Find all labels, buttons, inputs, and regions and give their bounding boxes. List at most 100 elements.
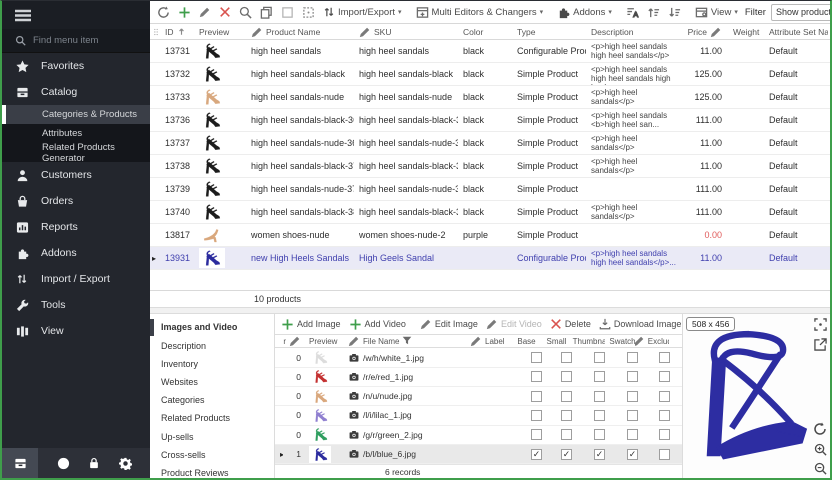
sidebar-item-orders[interactable]: Orders	[2, 188, 150, 214]
add-image-button[interactable]: Add Image	[278, 316, 344, 333]
thumbnail-checkbox[interactable]: ✓	[594, 449, 605, 460]
sidebar-footer-lock-icon[interactable]	[88, 448, 100, 478]
column-header-weight[interactable]: Weight	[728, 27, 764, 37]
multi-editors-changers-button[interactable]: Multi Editors & Changers▾	[413, 4, 547, 21]
small-checkbox[interactable]	[561, 352, 572, 363]
column-header-exclude[interactable]: Exclude	[635, 335, 669, 347]
exclude-checkbox[interactable]	[659, 410, 670, 421]
swatch-checkbox[interactable]	[627, 391, 638, 402]
small-checkbox[interactable]	[561, 410, 572, 421]
tab-description[interactable]: Description	[150, 337, 274, 355]
image-row-white_1.jpg[interactable]: 0/w/h/white_1.jpg	[275, 348, 682, 367]
copy-button[interactable]	[257, 4, 276, 21]
thumbnail-checkbox[interactable]	[594, 429, 605, 440]
filter-select[interactable]: Show products from selected categories▾	[771, 4, 830, 21]
thumbnail-checkbox[interactable]	[594, 352, 605, 363]
sort-az-button[interactable]: A	[623, 4, 642, 21]
product-row-13731[interactable]: 13731high heel sandalshigh heel sandalsb…	[150, 40, 830, 63]
sidebar-item-catalog[interactable]: Catalog	[2, 79, 150, 105]
product-row-13733[interactable]: 13733high heel sandals-nudehigh heel san…	[150, 86, 830, 109]
delete-button[interactable]: Delete	[547, 316, 594, 332]
addons-button[interactable]: Addons▾	[554, 4, 615, 21]
sort-up-button[interactable]	[644, 4, 663, 21]
column-header-id[interactable]: ID	[160, 27, 194, 37]
image-row-lilac_1.jpg[interactable]: 0/l/i/lilac_1.jpg	[275, 406, 682, 425]
column-header-preview[interactable]: Preview	[301, 337, 343, 346]
base-checkbox[interactable]	[531, 391, 542, 402]
zoom-in-icon[interactable]	[814, 443, 827, 456]
tab-websites[interactable]: Websites	[150, 373, 274, 391]
sidebar-item-customers[interactable]: Customers	[2, 162, 150, 188]
paste-button[interactable]	[299, 4, 318, 21]
column-header-label[interactable]: Label	[465, 335, 509, 347]
edit-video-button[interactable]: Edit Video	[483, 316, 545, 332]
tab-inventory[interactable]: Inventory	[150, 355, 274, 373]
delete-button[interactable]	[216, 4, 234, 20]
small-checkbox[interactable]	[561, 429, 572, 440]
product-row-13817[interactable]: 13817women shoes-nudewomen shoes-nude-2p…	[150, 224, 830, 247]
column-header-thumbna[interactable]: Thumbna	[569, 337, 605, 346]
small-checkbox[interactable]	[561, 391, 572, 402]
base-checkbox[interactable]	[531, 371, 542, 382]
sidebar-item-related-products-generator[interactable]: Related Products Generator	[2, 143, 150, 162]
product-row-13732[interactable]: 13732high heel sandals-blackhigh heel sa…	[150, 63, 830, 86]
thumbnail-checkbox[interactable]	[594, 391, 605, 402]
column-header-swatch[interactable]: Swatch	[605, 337, 635, 346]
image-row-blue_6.jpg[interactable]: ▸1/b/l/blue_6.jpg✓✓✓✓	[275, 445, 682, 464]
import-export-button[interactable]: Import/Export▾	[320, 4, 405, 20]
tab-images-and-video[interactable]: Images and Video	[150, 318, 274, 336]
product-row-13736[interactable]: 13736high heel sandals-black-36high heel…	[150, 109, 830, 132]
rotate-icon[interactable]	[813, 422, 827, 436]
add-video-button[interactable]: Add Video	[346, 316, 409, 333]
view-button[interactable]: View▾	[692, 4, 741, 21]
square-button[interactable]	[278, 4, 297, 21]
pencil-button[interactable]	[196, 4, 214, 20]
base-checkbox[interactable]	[531, 429, 542, 440]
small-checkbox[interactable]	[561, 371, 572, 382]
column-header-color[interactable]: Color	[458, 27, 512, 37]
refresh-button[interactable]	[154, 4, 173, 21]
base-checkbox[interactable]	[531, 352, 542, 363]
swatch-checkbox[interactable]	[627, 352, 638, 363]
edit-image-button[interactable]: Edit Image	[417, 316, 481, 332]
tab-cross-sells[interactable]: Cross-sells	[150, 446, 274, 464]
exclude-checkbox[interactable]	[659, 352, 670, 363]
tab-product-reviews[interactable]: Product Reviews	[150, 464, 274, 480]
small-checkbox[interactable]: ✓	[561, 449, 572, 460]
sidebar-footer-archive-icon[interactable]	[2, 448, 38, 478]
column-header-price[interactable]: Price	[682, 26, 728, 38]
column-header-pr[interactable]: Pr	[283, 335, 301, 347]
swatch-checkbox[interactable]	[627, 410, 638, 421]
open-external-icon[interactable]	[814, 338, 827, 351]
sidebar-item-attributes[interactable]: Attributes	[2, 124, 150, 143]
column-header-attribute-set-name[interactable]: Attribute Set Name	[764, 27, 828, 37]
tab-categories[interactable]: Categories	[150, 391, 274, 409]
tab-related-products[interactable]: Related Products	[150, 409, 274, 427]
menu-search[interactable]	[2, 29, 150, 53]
fullscreen-icon[interactable]	[814, 318, 827, 331]
swatch-checkbox[interactable]: ✓	[627, 449, 638, 460]
exclude-checkbox[interactable]	[659, 429, 670, 440]
sidebar-footer-gear-icon[interactable]	[119, 448, 132, 478]
sort-down-button[interactable]	[665, 4, 684, 21]
base-checkbox[interactable]: ✓	[531, 449, 542, 460]
column-header-sku[interactable]: SKU	[354, 26, 458, 38]
column-header-preview[interactable]: Preview	[194, 27, 246, 37]
product-row-13739[interactable]: 13739high heel sandals-nude-37high heel …	[150, 178, 830, 201]
exclude-checkbox[interactable]	[659, 371, 670, 382]
sidebar-item-import-export[interactable]: Import / Export	[2, 266, 150, 292]
thumbnail-checkbox[interactable]	[594, 371, 605, 382]
product-row-13931[interactable]: ▸13931new High Heels SandalsHigh Geels S…	[150, 247, 830, 270]
column-header-product-name[interactable]: Product Name	[246, 26, 354, 38]
product-row-13737[interactable]: 13737high heel sandals-nude-36high heel …	[150, 132, 830, 155]
add-button[interactable]	[175, 4, 194, 21]
exclude-checkbox[interactable]	[659, 449, 670, 460]
column-header-file-name[interactable]: File Name	[343, 335, 465, 347]
sidebar-item-reports[interactable]: Reports	[2, 214, 150, 240]
thumbnail-checkbox[interactable]	[594, 410, 605, 421]
hamburger-menu[interactable]	[2, 1, 150, 29]
column-header-type[interactable]: Type	[512, 27, 586, 37]
image-row-green_2.jpg[interactable]: 0/g/r/green_2.jpg	[275, 426, 682, 445]
column-header-base[interactable]: Base	[509, 337, 539, 346]
exclude-checkbox[interactable]	[659, 391, 670, 402]
